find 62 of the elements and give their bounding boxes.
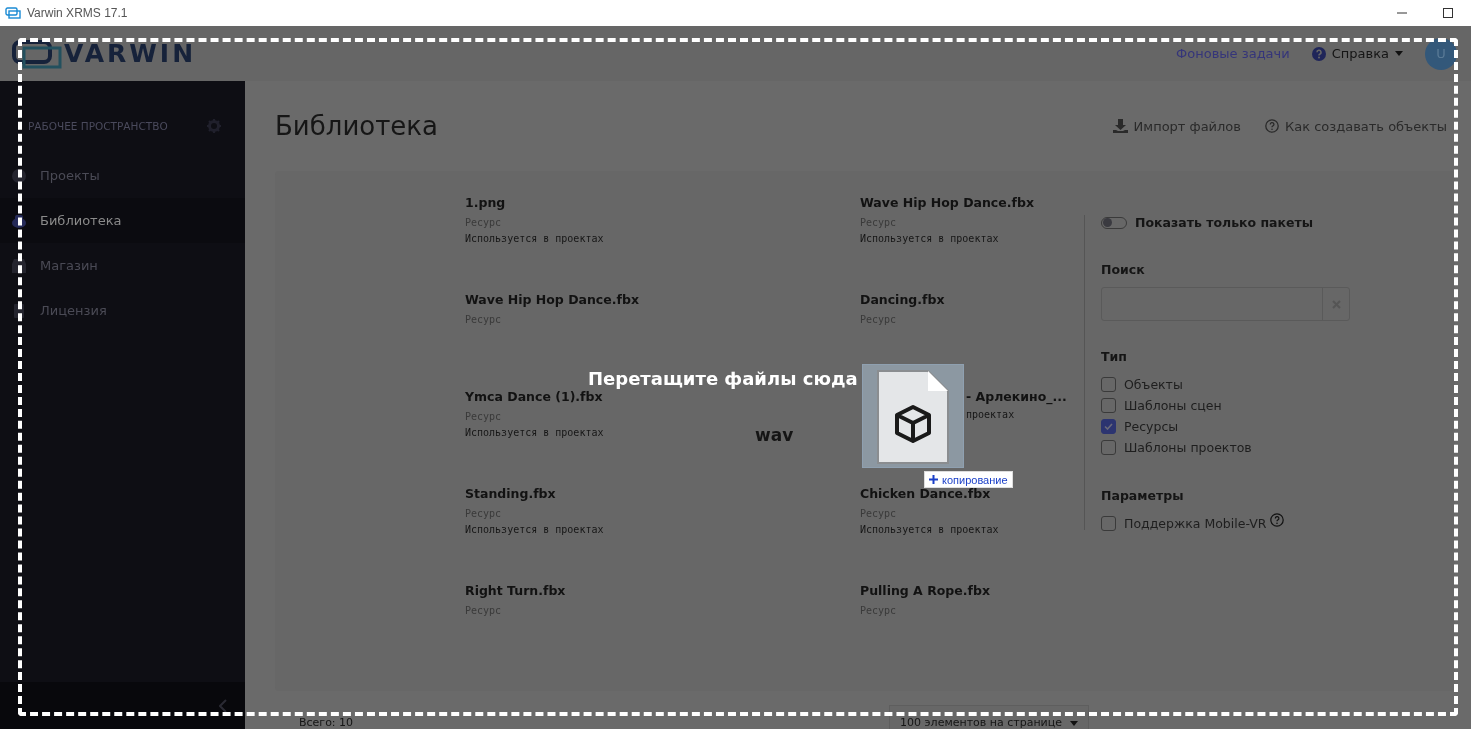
checkbox[interactable] <box>1101 516 1116 531</box>
checkbox[interactable] <box>1101 440 1116 455</box>
maximize-icon <box>1443 8 1453 18</box>
document-icon <box>11 302 27 319</box>
check-icon <box>1104 423 1113 430</box>
item-name[interactable]: Dancing.fbx <box>860 292 1084 307</box>
collapse-button[interactable] <box>219 698 227 713</box>
usage-note: Используется в проектах <box>860 524 999 535</box>
help-menu-button[interactable]: Справка <box>1311 46 1403 61</box>
usage-note: Используется в проектах <box>465 524 604 535</box>
filter-label: Поиск <box>1101 262 1146 277</box>
usage-note: Используется в проектах <box>465 233 604 244</box>
checkbox-label: Ресурсы <box>1124 419 1179 434</box>
help-link[interactable]: Как создавать объекты <box>1265 118 1447 134</box>
download-icon <box>1112 119 1128 133</box>
checkbox[interactable] <box>1101 419 1116 434</box>
caret-icon <box>1070 720 1078 726</box>
sidebar-item[interactable]: Магазин <box>0 243 245 288</box>
item-name[interactable]: Pulling A Rope.fbx <box>860 583 1084 598</box>
page-title: Библиотека <box>275 111 438 141</box>
total-count: Всего: 10 <box>299 717 354 729</box>
window-title: Varwin XRMS 17.1 <box>27 6 128 20</box>
checkbox-label: Шаблоны проектов <box>1124 440 1252 455</box>
usage-note: Используется в проектах <box>860 233 999 244</box>
checkbox[interactable] <box>1101 398 1116 413</box>
help-icon <box>1311 46 1326 61</box>
import-files-link[interactable]: Импорт файлов <box>1112 118 1241 134</box>
logo-text: VARWIN <box>64 39 197 68</box>
sidebar-item[interactable]: Библиотека <box>0 198 245 243</box>
app-icon <box>5 7 21 19</box>
section-title: РАБОЧЕЕ ПРОСТРАНСТВО <box>28 120 168 132</box>
usage-note: проектах <box>966 409 1015 420</box>
drag-label: wav <box>755 425 794 445</box>
plus-icon <box>929 475 938 484</box>
item-name[interactable]: - Арлекино_... <box>966 389 1084 404</box>
usage-note: Используется в проектах <box>465 427 604 438</box>
filter-label: Параметры <box>1101 488 1185 503</box>
file-cube-icon <box>876 369 950 465</box>
filter-label: Тип <box>1101 349 1128 364</box>
chevron-left-icon <box>219 698 227 713</box>
help-icon <box>1265 119 1279 133</box>
item-name[interactable]: Standing.fbx <box>465 486 860 501</box>
item-name[interactable]: Chicken Dance.fbx <box>860 486 1084 501</box>
gear-icon <box>207 119 221 133</box>
toggle-label: Показать только пакеты <box>1135 215 1314 230</box>
item-name[interactable]: Ymca Dance (1).fbx <box>465 389 860 404</box>
item-name[interactable]: Wave Hip Hop Dance.fbx <box>465 292 860 307</box>
sidebar-item[interactable]: Проекты <box>0 153 245 198</box>
drop-message: Перетащите файлы сюда <box>588 368 858 389</box>
checkbox-label: Поддержка Mobile-VR <box>1124 516 1267 531</box>
caret-icon <box>1395 51 1403 56</box>
logo-icon <box>12 38 62 69</box>
checkbox-label: Шаблоны сцен <box>1124 398 1222 413</box>
item-name[interactable]: Wave Hip Hop Dance.fbx <box>860 195 1084 210</box>
drop-effect-label: копирование <box>942 473 1008 486</box>
stack-icon <box>11 212 27 229</box>
checkbox[interactable] <box>1101 377 1116 392</box>
sidebar-item[interactable]: Лицензия <box>0 288 245 333</box>
item-name[interactable]: 1.png <box>465 195 860 210</box>
item-name[interactable]: Right Turn.fbx <box>465 583 860 598</box>
globe-icon <box>11 167 27 184</box>
checkbox-label: Объекты <box>1124 377 1183 392</box>
